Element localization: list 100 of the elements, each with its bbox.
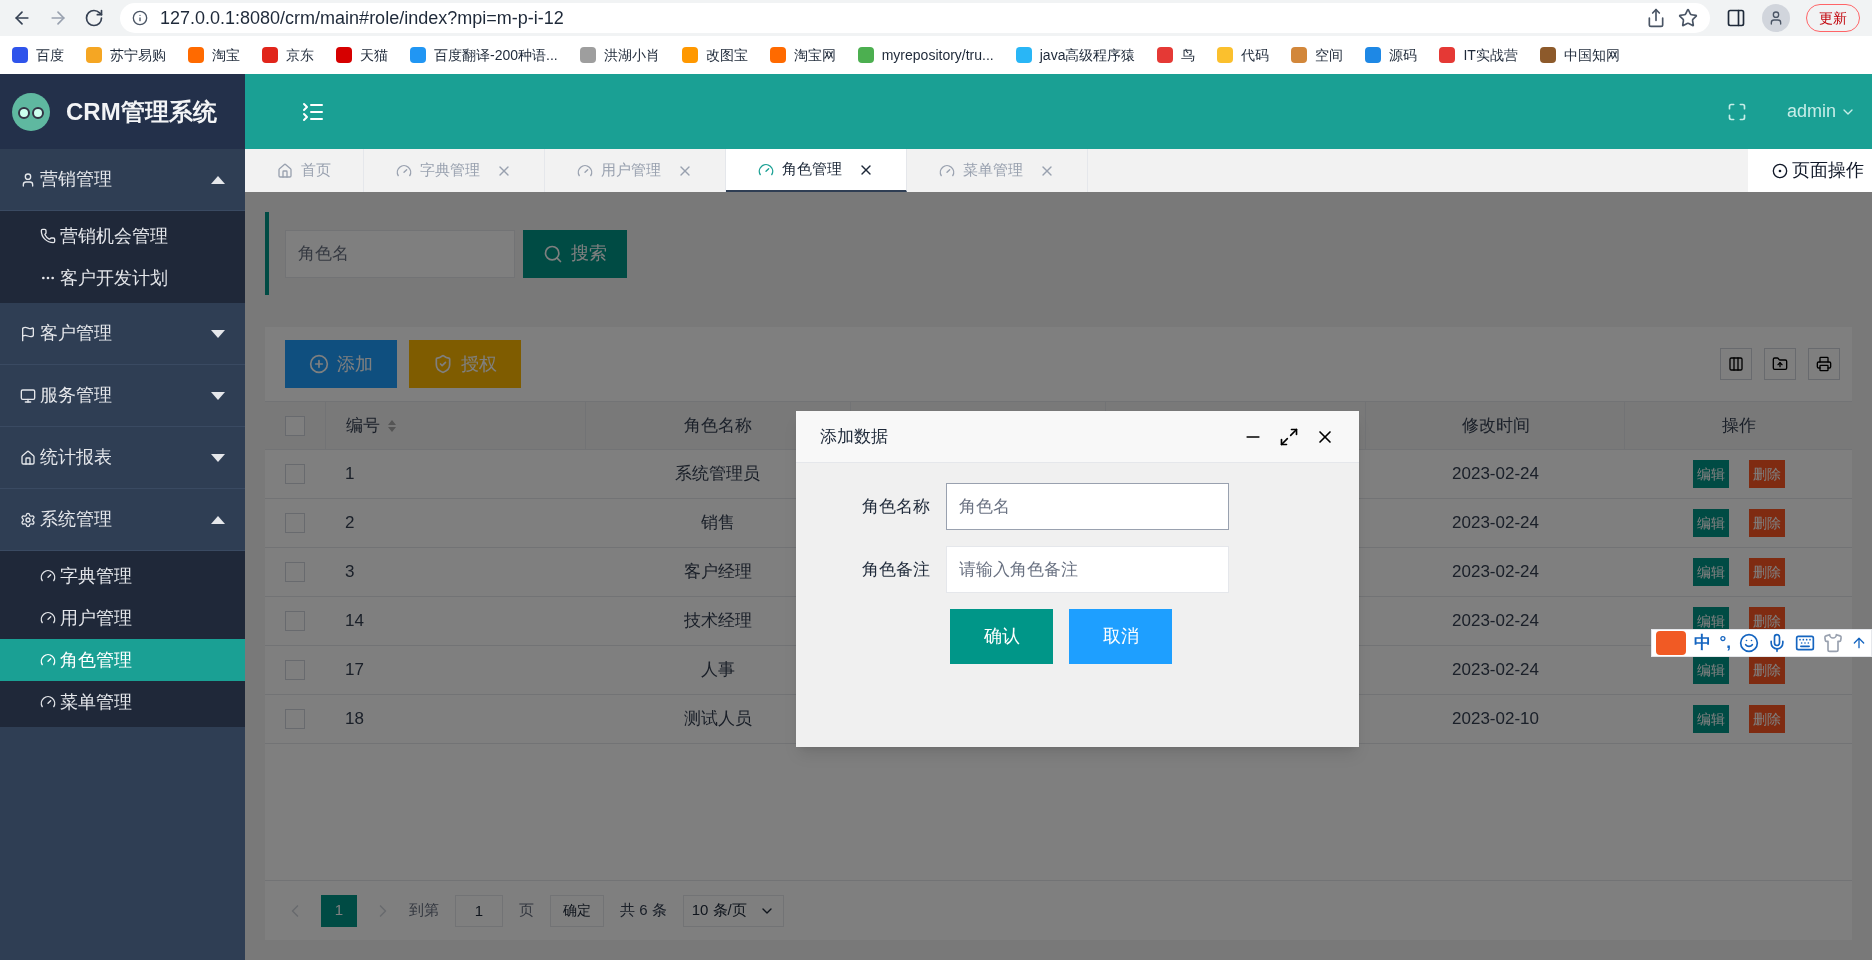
site-icon (1291, 47, 1308, 63)
table-cell-text: 1 (344, 463, 356, 486)
print-icon (1816, 356, 1832, 372)
gauge-icon (577, 162, 593, 179)
column-header[interactable]: 编号 (325, 402, 585, 449)
bookmark[interactable]: 鸟 (1157, 44, 1196, 66)
caret-down-icon (211, 453, 225, 462)
site-icon (769, 47, 786, 63)
table-cell-text: 17 (344, 659, 365, 682)
phone-icon (40, 228, 56, 244)
table-cell-text: 2023-02-24 (1451, 610, 1540, 633)
site-icon (1015, 47, 1032, 63)
star-icon[interactable] (1678, 8, 1698, 28)
page-tab[interactable]: 角色管理 (726, 149, 907, 192)
confirm-button[interactable]: 确认 (950, 609, 1053, 664)
page-size-select[interactable]: 10 条/页 (682, 894, 784, 927)
gear-icon (20, 511, 36, 528)
gauge-icon (40, 610, 56, 626)
site-icon (1539, 47, 1556, 63)
print-button[interactable] (1808, 348, 1840, 380)
glasses-logo-icon (12, 92, 50, 131)
field-label: 角色名称 (861, 495, 930, 518)
bookmark[interactable]: 百度 (12, 44, 64, 66)
app-title: CRM管理系统 (66, 96, 217, 127)
gauge-icon (939, 162, 955, 179)
table-cell-text: 系统管理员 (674, 463, 761, 486)
shirt-icon[interactable] (1823, 633, 1843, 653)
keyboard-icon[interactable] (1795, 633, 1815, 653)
goto-label: 到第 (409, 900, 439, 921)
caret-up-icon (211, 515, 225, 524)
table-cell-text: 2023-02-24 (1451, 561, 1540, 584)
share-icon[interactable] (1646, 8, 1666, 28)
profile-avatar[interactable] (1762, 4, 1790, 32)
bookmark[interactable]: IT实战营 (1439, 44, 1518, 66)
table-cell-text: 技术经理 (682, 610, 753, 633)
bookmark[interactable]: 天猫 (336, 44, 388, 66)
bookmark[interactable]: 代码 (1217, 44, 1270, 66)
sidebar-item[interactable]: 营销机会管理 (0, 215, 245, 257)
address-bar[interactable]: 127.0.0.1:8080/crm/main#role/index?mpi=m-p-i-12 (120, 3, 1710, 33)
search-field[interactable]: 角色名 (285, 229, 515, 278)
caret-down-icon (211, 391, 225, 400)
side-panel-icon[interactable] (1726, 8, 1746, 28)
sidebar-item[interactable]: 客户开发计划 (0, 257, 245, 299)
bookmark[interactable]: 源码 (1365, 44, 1418, 66)
sidebar-item[interactable]: 用户管理 (0, 597, 245, 639)
fullscreen-icon[interactable] (1726, 101, 1747, 122)
sidebar-item[interactable]: 角色管理 (0, 639, 245, 681)
bookmark[interactable]: 京东 (262, 44, 314, 66)
site-icon (1439, 47, 1456, 63)
table-cell-text: 3 (344, 561, 356, 584)
site-icon (1217, 47, 1234, 63)
gauge-icon (396, 162, 412, 179)
sidebar-item[interactable]: 字典管理 (0, 555, 245, 597)
table-cell-text: 客户经理 (682, 561, 753, 584)
bookmark[interactable]: 洪湖小肖 (579, 44, 660, 66)
table-cell-text: 2023-02-24 (1451, 659, 1540, 682)
table-cell-text: 人事 (699, 659, 736, 682)
search-icon (543, 243, 563, 264)
table-cell-text: 2023-02-24 (1451, 463, 1540, 486)
smiley-icon[interactable] (1739, 633, 1759, 653)
page-actions-label: 页面操作 (1792, 159, 1864, 182)
microphone-icon[interactable] (1767, 633, 1787, 653)
input-field[interactable]: 角色名 (946, 483, 1229, 530)
plus-circle-icon (309, 354, 329, 374)
page-unit-label: 页 (519, 900, 534, 921)
home-icon (20, 449, 36, 466)
confirm-page-button[interactable]: 确定 (550, 894, 604, 927)
reload-icon[interactable] (84, 8, 104, 28)
target-icon (1772, 162, 1788, 179)
bookmark[interactable]: 淘宝 (188, 44, 240, 66)
page-actions-menu[interactable]: 页面操作 (1748, 149, 1872, 192)
bookmark[interactable]: 苏宁易购 (86, 44, 166, 66)
bookmark[interactable]: 改图宝 (681, 44, 748, 66)
site-icon (857, 47, 874, 63)
bookmark[interactable]: java高级程序猿 (1015, 44, 1136, 66)
table-cell-text: 2023-02-10 (1451, 708, 1540, 731)
table-cell-text: 14 (344, 610, 365, 633)
export-button[interactable] (1764, 348, 1796, 380)
bookmark[interactable]: 中国知网 (1539, 44, 1620, 66)
table-cell-text: 18 (344, 708, 365, 731)
person-icon (20, 171, 36, 188)
table-cell-text: 2023-02-24 (1451, 512, 1540, 535)
bookmark[interactable]: 百度翻译-200种语... (410, 44, 558, 66)
site-icon (188, 47, 204, 63)
bookmark[interactable]: 淘宝网 (769, 44, 836, 66)
gauge-icon (40, 568, 56, 584)
site-icon (681, 47, 698, 63)
column-header: 操作 (1624, 402, 1852, 449)
home-icon (277, 162, 293, 179)
columns-button[interactable] (1720, 348, 1752, 380)
sidebar-item[interactable]: 菜单管理 (0, 681, 245, 723)
maximize-icon[interactable] (1279, 426, 1299, 447)
table-cell-text: 测试人员 (682, 708, 753, 731)
folder-upload-icon (1772, 356, 1788, 372)
monitor-icon (20, 387, 36, 404)
bookmark[interactable]: 空间 (1291, 44, 1344, 66)
site-icon (1365, 47, 1382, 63)
bookmark[interactable]: myrepository/tru... (857, 44, 994, 66)
goto-page-field[interactable]: 1 (455, 894, 503, 927)
site-icon (410, 47, 426, 63)
